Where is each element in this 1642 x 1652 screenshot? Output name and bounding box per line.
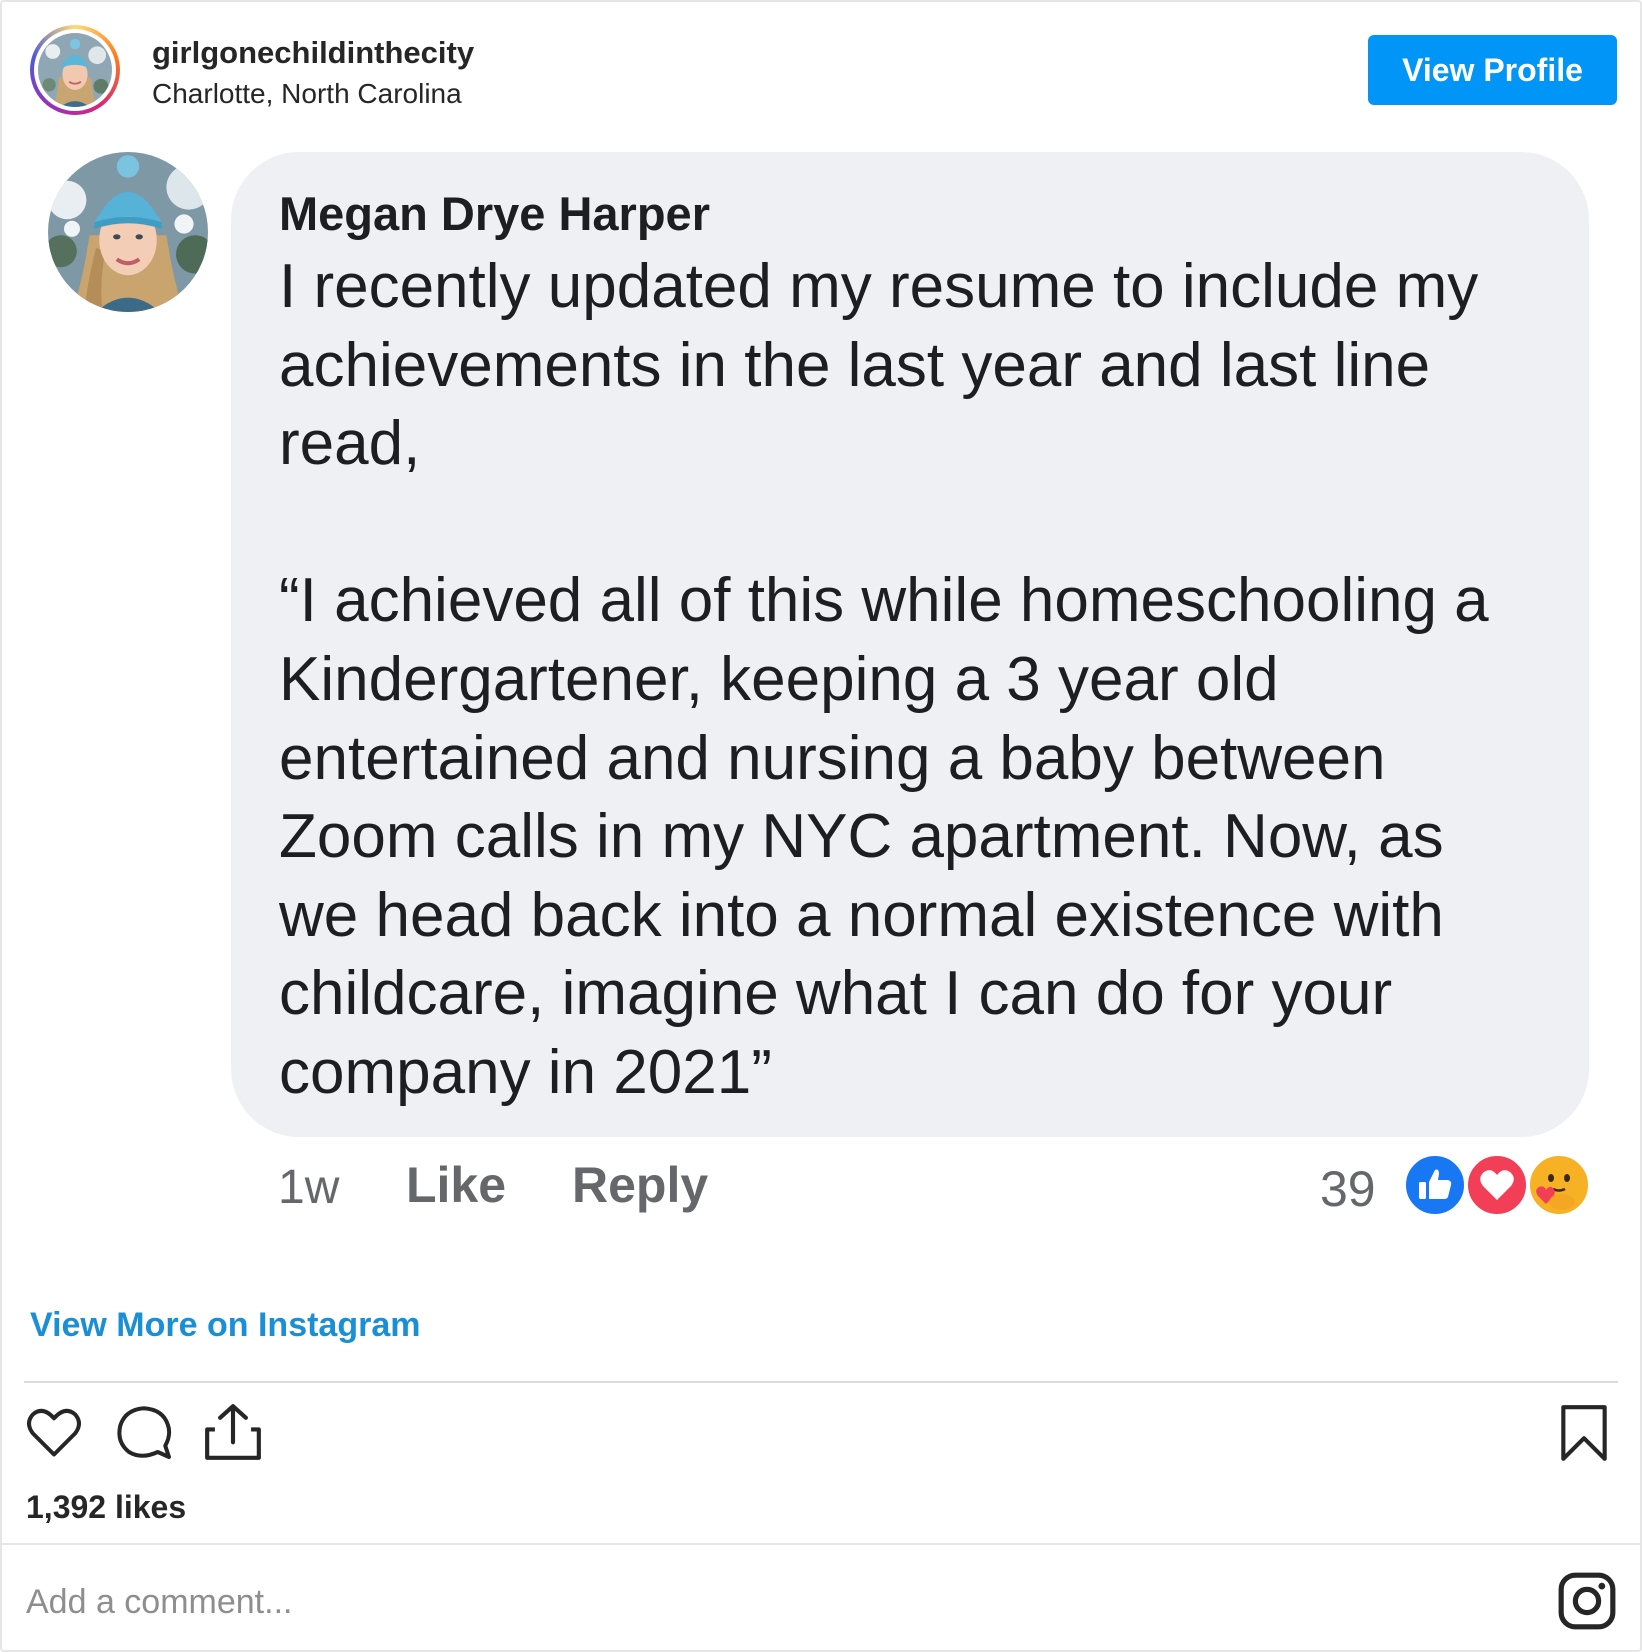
commenter-avatar [48,152,208,312]
care-reaction-icon [1526,1152,1592,1218]
comment-like-button[interactable]: Like [406,1156,506,1214]
comment-actions: 1w Like Reply 39 [2,1152,1640,1222]
instagram-logo-icon[interactable] [1556,1570,1618,1632]
heart-icon[interactable] [24,1402,84,1462]
comment-line: childcare, imagine what I can do for you… [279,959,1393,1029]
add-comment-input[interactable] [26,1572,1526,1632]
likes-count[interactable]: 1,392 likes [26,1489,186,1526]
comment-line: “I achieved all of this while homeschool… [279,566,1489,636]
comment-text: I recently updated my resume to include … [279,248,1564,1113]
comment-line: Zoom calls in my NYC apartment. Now, as [279,802,1444,872]
view-profile-button[interactable]: View Profile [1368,35,1617,105]
comment-line: read, [279,409,421,479]
reaction-count[interactable]: 39 [1320,1160,1376,1218]
comment-line: Kindergartener, keeping a 3 year old [279,644,1279,714]
profile-avatar[interactable] [30,25,120,115]
location[interactable]: Charlotte, North Carolina [152,78,462,110]
post-header: girlgonechildinthecity Charlotte, North … [2,2,1640,142]
divider [2,1543,1640,1545]
comment-line: achievements in the last year and last l… [279,330,1431,400]
profile-photo [38,33,112,107]
username[interactable]: girlgonechildinthecity [152,35,474,71]
comment-timestamp: 1w [278,1161,340,1214]
bookmark-icon[interactable] [1558,1402,1610,1464]
comment-reply-button[interactable]: Reply [572,1156,708,1214]
comment-author[interactable]: Megan Drye Harper [279,186,710,241]
instagram-embed-card: girlgonechildinthecity Charlotte, North … [0,0,1642,1652]
view-more-on-instagram-link[interactable]: View More on Instagram [30,1306,420,1345]
comment-line: I recently updated my resume to include … [279,252,1479,321]
divider [24,1381,1618,1383]
comment-line: company in 2021” [279,1037,772,1107]
love-reaction-icon [1464,1152,1530,1218]
comment-line: entertained and nursing a baby between [279,723,1386,793]
share-icon[interactable] [202,1400,264,1464]
comment-line: we head back into a normal existence wit… [279,880,1444,950]
comment-icon[interactable] [114,1402,174,1462]
like-reaction-icon [1402,1152,1468,1218]
commenter-photo [48,152,208,312]
comment-bubble: Megan Drye Harper I recently updated my … [231,152,1589,1137]
